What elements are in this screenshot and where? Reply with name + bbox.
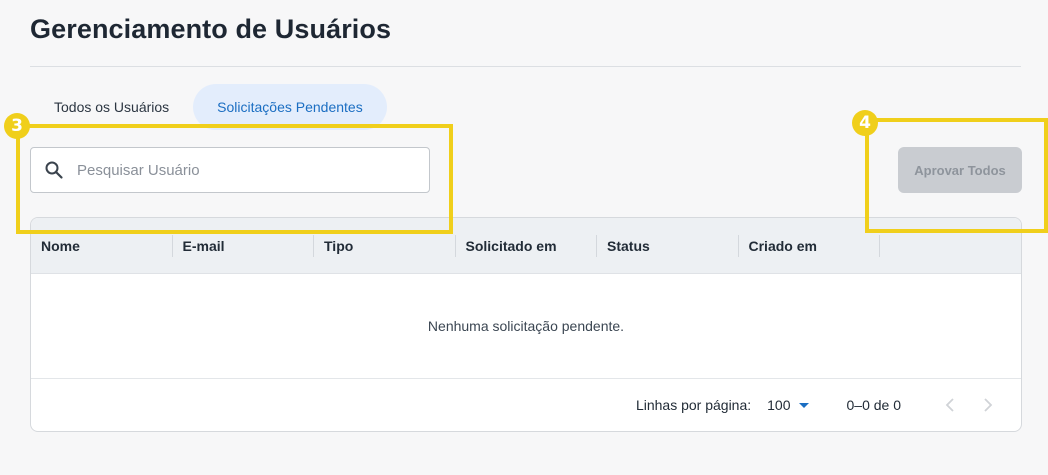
column-header-email[interactable]: E-mail	[173, 234, 314, 257]
annotation-badge-3: 3	[4, 113, 30, 139]
caret-down-icon	[798, 402, 809, 408]
table-header: Nome E-mail Tipo Solicitado em Status Cr…	[31, 218, 1021, 274]
rows-per-page-value: 100	[767, 397, 791, 413]
search-field[interactable]	[30, 147, 430, 193]
column-header-name[interactable]: Nome	[31, 234, 173, 257]
rows-per-page-select[interactable]: 100	[767, 397, 809, 413]
table-pagination: Linhas por página: 100 0–0 de 0	[31, 379, 1021, 431]
tab-all-users[interactable]: Todos os Usuários	[30, 84, 193, 130]
tab-bar: Todos os Usuários Solicitações Pendentes	[30, 84, 387, 130]
chevron-right-icon[interactable]	[969, 390, 1007, 420]
search-icon	[31, 147, 77, 193]
annotation-badge-4: 4	[852, 110, 878, 136]
empty-state-message: Nenhuma solicitação pendente.	[31, 274, 1021, 379]
approve-all-button[interactable]: Aprovar Todos	[898, 147, 1022, 193]
pagination-range: 0–0 de 0	[846, 397, 902, 413]
column-header-status[interactable]: Status	[597, 234, 739, 257]
column-header-requested-at[interactable]: Solicitado em	[456, 234, 597, 257]
tab-pending-requests[interactable]: Solicitações Pendentes	[193, 84, 387, 130]
title-divider	[30, 66, 1021, 67]
column-header-created-at[interactable]: Criado em	[739, 234, 880, 257]
chevron-left-icon[interactable]	[931, 390, 969, 420]
search-input[interactable]	[77, 150, 407, 190]
page-title: Gerenciamento de Usuários	[30, 14, 392, 44]
column-header-type[interactable]: Tipo	[314, 234, 456, 257]
rows-per-page-label: Linhas por página:	[635, 397, 752, 413]
pending-requests-table: Nome E-mail Tipo Solicitado em Status Cr…	[30, 217, 1022, 432]
